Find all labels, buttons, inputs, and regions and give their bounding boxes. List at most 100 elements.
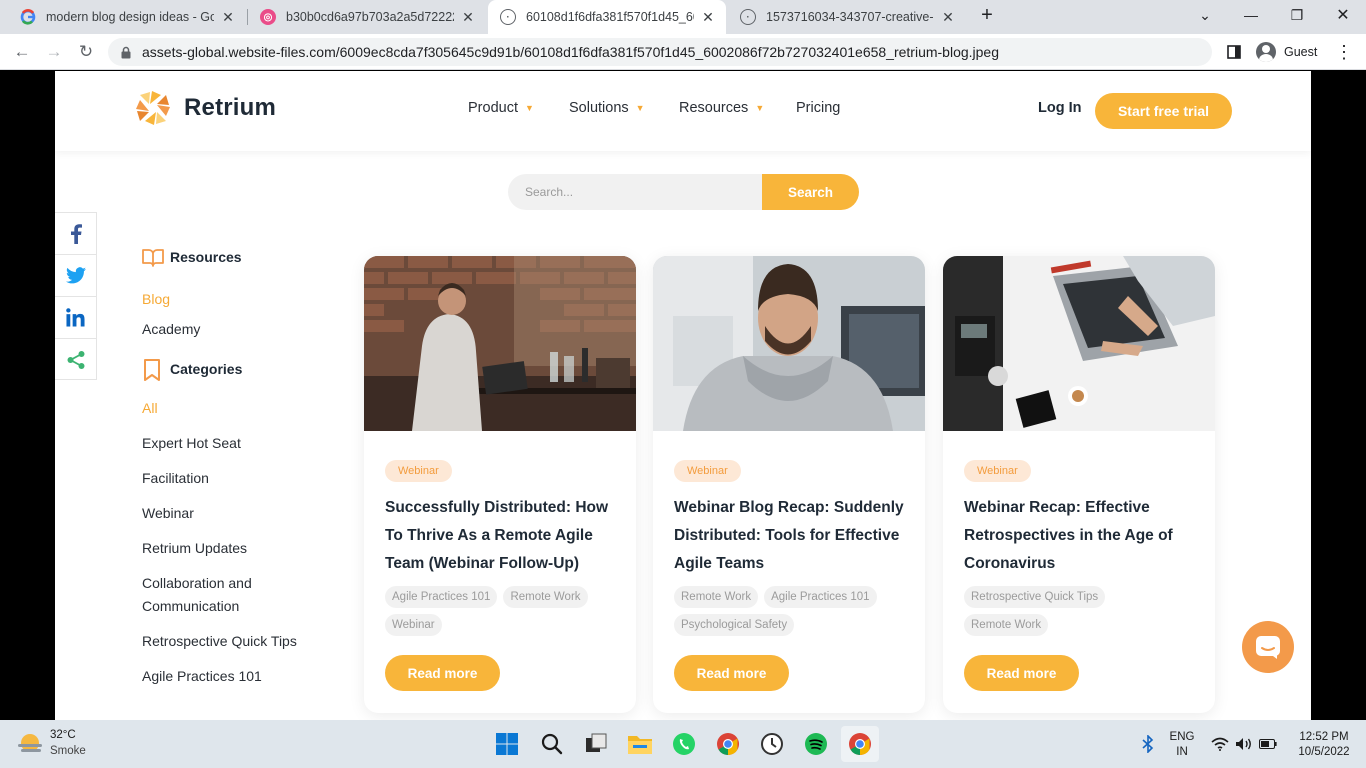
category-expert-hot-seat[interactable]: Expert Hot Seat [142,432,241,455]
nav-resources[interactable]: Resources ▼ [679,100,764,116]
browser-tab[interactable]: ◎ b30b0cd6a97b703a2a5d722223a ✕ [248,0,486,34]
read-more-button[interactable]: Read more [674,655,789,691]
nav-product[interactable]: Product ▼ [468,100,534,116]
blog-card: Webinar Successfully Distributed: How To… [364,256,636,713]
maximize-icon[interactable]: ❐ [1274,0,1320,30]
tag[interactable]: Remote Work [674,586,759,608]
read-more-button[interactable]: Read more [964,655,1079,691]
search-button[interactable]: Search [762,174,859,210]
category-facilitation[interactable]: Facilitation [142,467,209,490]
category-badge[interactable]: Webinar [964,460,1031,482]
window-close-icon[interactable]: ✕ [1320,0,1366,30]
tag[interactable]: Webinar [385,614,442,636]
blog-card: Webinar Webinar Recap: Effective Retrosp… [943,256,1215,713]
category-agile-practices[interactable]: Agile Practices 101 [142,665,262,688]
minimize-icon[interactable]: — [1228,0,1274,30]
globe-icon: · [500,9,516,25]
spotify-icon[interactable] [801,729,831,759]
os-taskbar: 32°C Smoke ENG IN 12:52 PM 10/5/2022 [0,720,1366,768]
blog-card-title[interactable]: Webinar Recap: Effective Retrospectives … [964,494,1199,578]
wifi-icon[interactable] [1208,729,1232,759]
brand-name: Retrium [184,94,277,121]
resources-heading: Resources [142,247,242,267]
resources-heading-label: Resources [170,249,242,265]
windows-start-icon[interactable] [492,729,522,759]
clock-time[interactable]: 12:52 PM [1288,730,1360,745]
chrome-active-icon[interactable] [841,726,879,762]
whatsapp-icon[interactable] [669,729,699,759]
login-link[interactable]: Log In [1038,100,1082,116]
new-tab-icon[interactable]: + [964,0,1010,30]
menu-icon[interactable]: ⋮ [1330,38,1358,66]
category-retrium-updates[interactable]: Retrium Updates [142,537,247,560]
browser-tab-active[interactable]: · 60108d1f6dfa381f570f1d45_6002 ✕ [488,0,726,34]
category-retrospective-quick-tips[interactable]: Retrospective Quick Tips [142,630,297,653]
nav-pricing[interactable]: Pricing [796,100,840,116]
close-icon[interactable]: ✕ [460,9,476,26]
category-all[interactable]: All [142,397,158,420]
tag[interactable]: Agile Practices 101 [385,586,498,608]
share-icon[interactable] [55,339,96,381]
tag[interactable]: Psychological Safety [674,614,795,636]
tag[interactable]: Remote Work [503,586,588,608]
chat-icon [1256,636,1280,659]
file-explorer-icon[interactable] [625,729,655,759]
reload-icon[interactable]: ↻ [72,38,100,66]
read-more-button[interactable]: Read more [385,655,500,691]
chevron-down-icon: ▼ [755,103,765,113]
back-icon[interactable]: ← [8,38,36,66]
blog-card-title[interactable]: Webinar Blog Recap: Suddenly Distributed… [674,494,909,578]
tag-list: Retrospective Quick Tips Remote Work [964,586,1124,636]
close-icon[interactable]: ✕ [700,9,716,26]
sidebar-item-blog[interactable]: Blog [142,288,170,311]
linkedin-icon[interactable] [55,297,96,339]
battery-icon[interactable] [1256,729,1280,759]
address-bar[interactable]: assets-global.website-files.com/6009ec8c… [108,38,1212,66]
side-panel-icon[interactable] [1220,38,1248,66]
chat-button[interactable] [1242,621,1294,673]
category-webinar[interactable]: Webinar [142,502,194,525]
facebook-icon[interactable] [55,213,96,255]
tag[interactable]: Retrospective Quick Tips [964,586,1106,608]
language-indicator[interactable]: ENG [1166,730,1198,745]
blog-card-image[interactable] [653,256,925,431]
chrome-icon[interactable] [713,729,743,759]
bookmark-icon [142,359,162,381]
nav-label: Pricing [796,100,841,116]
tab-title: modern blog design ideas - Goo [46,10,214,24]
twitter-icon[interactable] [55,255,96,297]
dribbble-icon: ◎ [260,9,276,25]
blog-card-title[interactable]: Successfully Distributed: How To Thrive … [385,494,620,578]
volume-icon[interactable] [1232,729,1256,759]
blog-card-image[interactable] [943,256,1215,431]
sidebar-item-academy[interactable]: Academy [142,318,200,341]
start-trial-button[interactable]: Start free trial [1095,93,1232,129]
clock-date: 10/5/2022 [1298,746,1350,758]
search-input[interactable] [508,174,768,210]
close-icon[interactable]: ✕ [940,9,956,26]
blog-card-image[interactable] [364,256,636,431]
site-logo[interactable]: Retrium [135,90,276,126]
profile-button[interactable]: Guest [1252,39,1325,65]
browser-tab-bar: modern blog design ideas - Goo ✕ ◎ b30b0… [0,0,1366,34]
tag[interactable]: Agile Practices 101 [764,586,877,608]
category-badge[interactable]: Webinar [385,460,452,482]
category-badge[interactable]: Webinar [674,460,741,482]
clock-app-icon[interactable] [757,729,787,759]
nav-solutions[interactable]: Solutions ▼ [569,100,645,116]
close-icon[interactable]: ✕ [220,9,236,26]
nav-label: Resources [679,100,749,116]
tab-search-icon[interactable]: ⌄ [1182,0,1228,30]
browser-tab[interactable]: modern blog design ideas - Goo ✕ [8,0,246,34]
tag[interactable]: Remote Work [964,614,1049,636]
browser-tab[interactable]: · 1573716034-343707-creative-ma ✕ [728,0,966,34]
weather-icon[interactable] [14,729,46,759]
category-collaboration[interactable]: Collaboration and Communication [142,572,292,618]
task-view-icon[interactable] [581,729,611,759]
forward-icon[interactable]: → [40,38,68,66]
bluetooth-icon[interactable] [1136,729,1160,759]
search-icon[interactable] [537,729,567,759]
nav-label: Solutions [569,100,629,116]
book-icon [142,247,164,267]
site-header: Retrium Product ▼ Solutions ▼ Resources ▼ P… [55,71,1311,151]
